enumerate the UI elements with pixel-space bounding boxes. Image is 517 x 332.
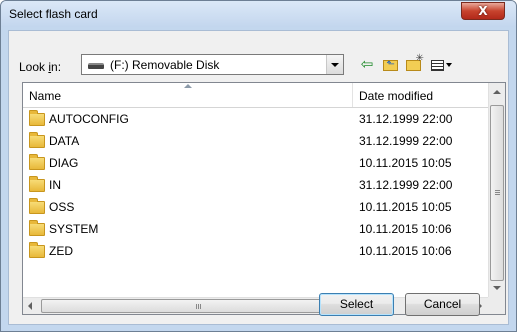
file-date: 10.11.2015 10:05 (359, 156, 452, 170)
list-item[interactable]: ZED 10.11.2015 10:06 (23, 240, 488, 262)
file-date: 10.11.2015 10:06 (359, 244, 452, 258)
file-name: DATA (49, 134, 80, 148)
column-name-label: Name (29, 89, 62, 103)
scroll-left-icon[interactable] (28, 302, 32, 310)
file-date: 31.12.1999 22:00 (359, 112, 453, 126)
file-date: 31.12.1999 22:00 (359, 178, 453, 192)
file-name: OSS (49, 200, 75, 214)
look-in-label-suffix: n: (51, 60, 62, 74)
scroll-up-icon[interactable] (493, 90, 501, 94)
vertical-scrollbar[interactable] (488, 83, 505, 297)
title-bar[interactable]: Select flash card X (1, 1, 516, 27)
drive-icon (88, 63, 104, 69)
column-header-date-modified[interactable]: Date modified (353, 83, 488, 107)
cancel-button[interactable]: Cancel (405, 293, 480, 316)
close-button[interactable]: X (461, 2, 505, 20)
file-date: 31.12.1999 22:00 (359, 134, 453, 148)
chevron-down-icon[interactable] (326, 55, 343, 74)
horizontal-scroll-thumb[interactable] (41, 299, 357, 313)
folder-icon (29, 154, 45, 170)
window-title: Select flash card (9, 7, 98, 21)
file-name: ZED (49, 244, 73, 258)
look-in-label: Look in: (19, 60, 61, 74)
grip-icon (196, 304, 202, 309)
list-item[interactable]: DIAG 10.11.2015 10:05 (23, 152, 488, 174)
select-flash-card-dialog: Select flash card X Look in: (F:) Remova… (0, 0, 517, 332)
back-icon[interactable]: ⇦ (357, 54, 377, 74)
dialog-client-area: Look in: (F:) Removable Disk ⇦ ⬑ ✳ Name … (8, 30, 509, 325)
file-name: SYSTEM (49, 222, 99, 236)
folder-icon (29, 176, 45, 192)
folder-icon (29, 132, 45, 148)
close-icon: X (478, 4, 488, 18)
list-item[interactable]: OSS 10.11.2015 10:05 (23, 196, 488, 218)
folder-icon (29, 220, 45, 236)
grip-icon (495, 190, 500, 196)
column-header-name[interactable]: Name (23, 83, 353, 107)
scroll-down-icon[interactable] (493, 286, 501, 290)
view-menu-icon[interactable] (426, 54, 456, 74)
file-name: IN (49, 178, 61, 192)
look-in-location: (F:) Removable Disk (110, 58, 220, 72)
column-date-label: Date modified (359, 89, 434, 103)
sort-ascending-icon (184, 84, 192, 88)
list-item[interactable]: AUTOCONFIG 31.12.1999 22:00 (23, 108, 488, 130)
list-item[interactable]: IN 31.12.1999 22:00 (23, 174, 488, 196)
file-name: DIAG (49, 156, 79, 170)
folder-icon (29, 242, 45, 258)
vertical-scroll-thumb[interactable] (490, 105, 504, 281)
file-date: 10.11.2015 10:06 (359, 222, 452, 236)
list-item[interactable]: SYSTEM 10.11.2015 10:06 (23, 218, 488, 240)
list-item[interactable]: DATA 31.12.1999 22:00 (23, 130, 488, 152)
new-folder-icon[interactable]: ✳ (403, 53, 424, 74)
look-in-label-prefix: Look (19, 60, 49, 74)
select-button[interactable]: Select (319, 293, 394, 316)
folder-icon (29, 110, 45, 126)
up-folder-icon[interactable]: ⬑ (380, 54, 400, 74)
look-in-dropdown[interactable]: (F:) Removable Disk (81, 54, 344, 75)
file-name: AUTOCONFIG (49, 112, 129, 126)
file-list[interactable]: Name Date modified AUTOCONFIG 31.12.1999… (22, 82, 506, 315)
folder-icon (29, 198, 45, 214)
list-header: Name Date modified (23, 83, 488, 108)
scrollbar-corner (488, 297, 505, 314)
file-date: 10.11.2015 10:05 (359, 200, 452, 214)
